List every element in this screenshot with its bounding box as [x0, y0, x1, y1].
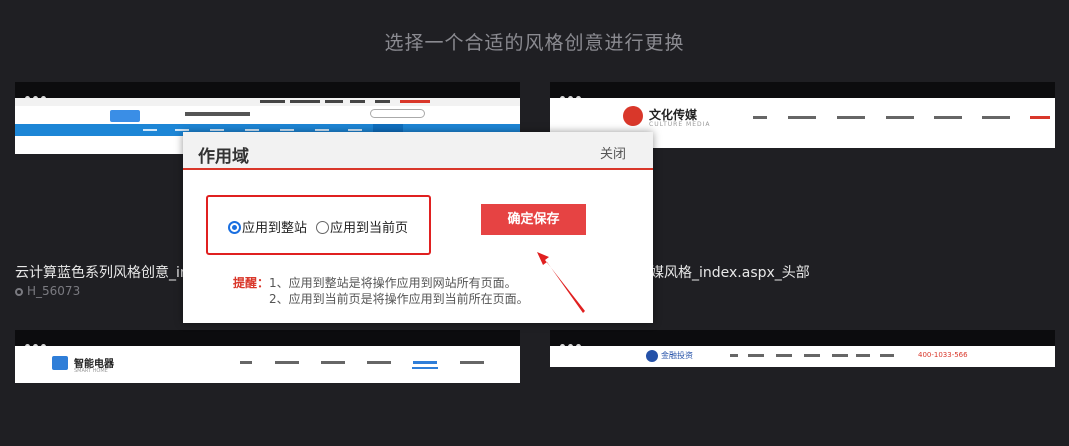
logo-icon: [623, 106, 643, 126]
card-caption: 媒风格_index.aspx_头部: [650, 265, 810, 281]
card-code: H_56073: [15, 284, 80, 298]
browser-chrome: [550, 82, 1055, 101]
tips-line-1: 1、应用到整站是将操作应用到网站所有页面。: [269, 276, 517, 290]
thumb-logo-text: 金融投资: [661, 351, 693, 360]
radio-current-page[interactable]: 应用到当前页: [316, 217, 408, 236]
radio-checked-icon: [228, 221, 241, 234]
close-button[interactable]: 关闭: [600, 143, 626, 162]
thumb-logo-sub: SMART HOME: [74, 368, 108, 374]
tips-label: 提醒：: [233, 276, 270, 290]
dialog-header: 作用域 关闭: [183, 132, 653, 170]
tips-line-2: 2、应用到当前页是将操作应用到当前所在页面。: [269, 292, 529, 306]
style-preview[interactable]: 智能电器 SMART HOME: [15, 346, 520, 383]
scope-dialog: 作用域 关闭 应用到整站 应用到当前页 确定保存 提醒：1、应用到整站是将操作应…: [183, 132, 653, 323]
logo-icon: [646, 350, 658, 362]
radio-unchecked-icon: [316, 221, 329, 234]
style-card-smart-home[interactable]: 智能电器 SMART HOME: [15, 330, 520, 383]
eye-icon: [15, 288, 23, 296]
radio-label: 应用到整站: [242, 221, 308, 236]
tips-text: 提醒：1、应用到整站是将操作应用到网站所有页面。 2、应用到当前页是将操作应用到…: [233, 275, 529, 307]
thumb-phone: 400-1033-566: [918, 351, 968, 359]
style-card-finance[interactable]: 金融投资 400-1033-566: [550, 330, 1055, 367]
card-caption: 云计算蓝色系列风格创意_in: [15, 265, 189, 281]
style-preview[interactable]: 金融投资 400-1033-566: [550, 346, 1055, 367]
browser-chrome: [550, 330, 1055, 349]
scope-radio-group: 应用到整站 应用到当前页: [206, 195, 431, 255]
radio-label: 应用到当前页: [330, 221, 409, 236]
save-button[interactable]: 确定保存: [481, 204, 586, 235]
page-title: 选择一个合适的风格创意进行更换: [384, 32, 685, 54]
logo-icon: [52, 356, 68, 370]
browser-chrome: [15, 82, 520, 101]
thumb-logo-sub: CULTURE MEDIA: [649, 121, 711, 128]
radio-whole-site[interactable]: 应用到整站: [228, 217, 307, 236]
browser-chrome: [15, 330, 520, 349]
dialog-title: 作用域: [198, 147, 249, 167]
